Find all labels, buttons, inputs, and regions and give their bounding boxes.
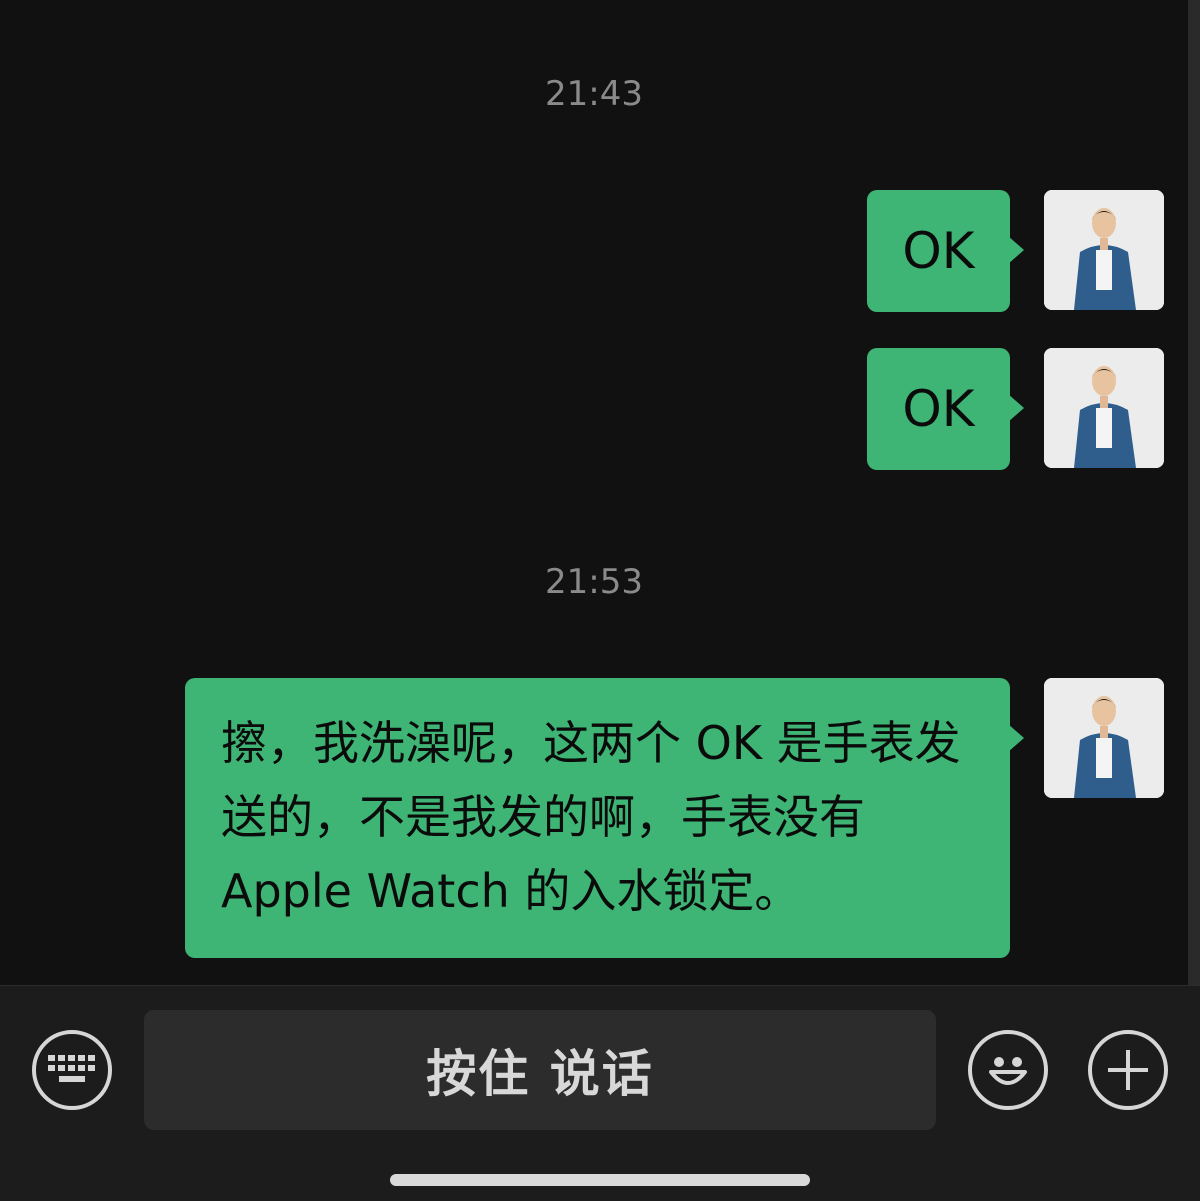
timestamp: 21:43 [545, 74, 643, 114]
chat-screen: 21:43 OK OK 21:53 擦，我洗澡呢，这两个 OK 是手表发送的，不… [0, 0, 1200, 1201]
hold-to-talk-button[interactable]: 按住 说话 [144, 1010, 936, 1130]
more-button[interactable] [1088, 1030, 1168, 1110]
smiley-icon [989, 1057, 1027, 1085]
message-bubble[interactable]: OK [867, 190, 1024, 312]
keyboard-toggle-button[interactable] [32, 1030, 112, 1110]
avatar-image [1044, 678, 1164, 798]
message-bubble[interactable]: 擦，我洗澡呢，这两个 OK 是手表发送的，不是我发的啊，手表没有 Apple W… [185, 678, 1024, 958]
avatar[interactable] [1044, 678, 1164, 798]
emoji-button[interactable] [968, 1030, 1048, 1110]
keyboard-icon [48, 1055, 95, 1082]
home-indicator[interactable] [390, 1174, 810, 1186]
message-row: OK [867, 190, 1164, 312]
message-row: OK [867, 348, 1164, 470]
scrollbar[interactable] [1188, 0, 1200, 985]
avatar[interactable] [1044, 348, 1164, 468]
timestamp: 21:53 [545, 562, 643, 602]
message-row: 擦，我洗澡呢，这两个 OK 是手表发送的，不是我发的啊，手表没有 Apple W… [185, 678, 1164, 958]
avatar-image [1044, 190, 1164, 310]
avatar-image [1044, 348, 1164, 468]
message-bubble[interactable]: OK [867, 348, 1024, 470]
plus-icon [1108, 1050, 1148, 1090]
avatar[interactable] [1044, 190, 1164, 310]
input-bar: 按住 说话 [0, 985, 1200, 1201]
